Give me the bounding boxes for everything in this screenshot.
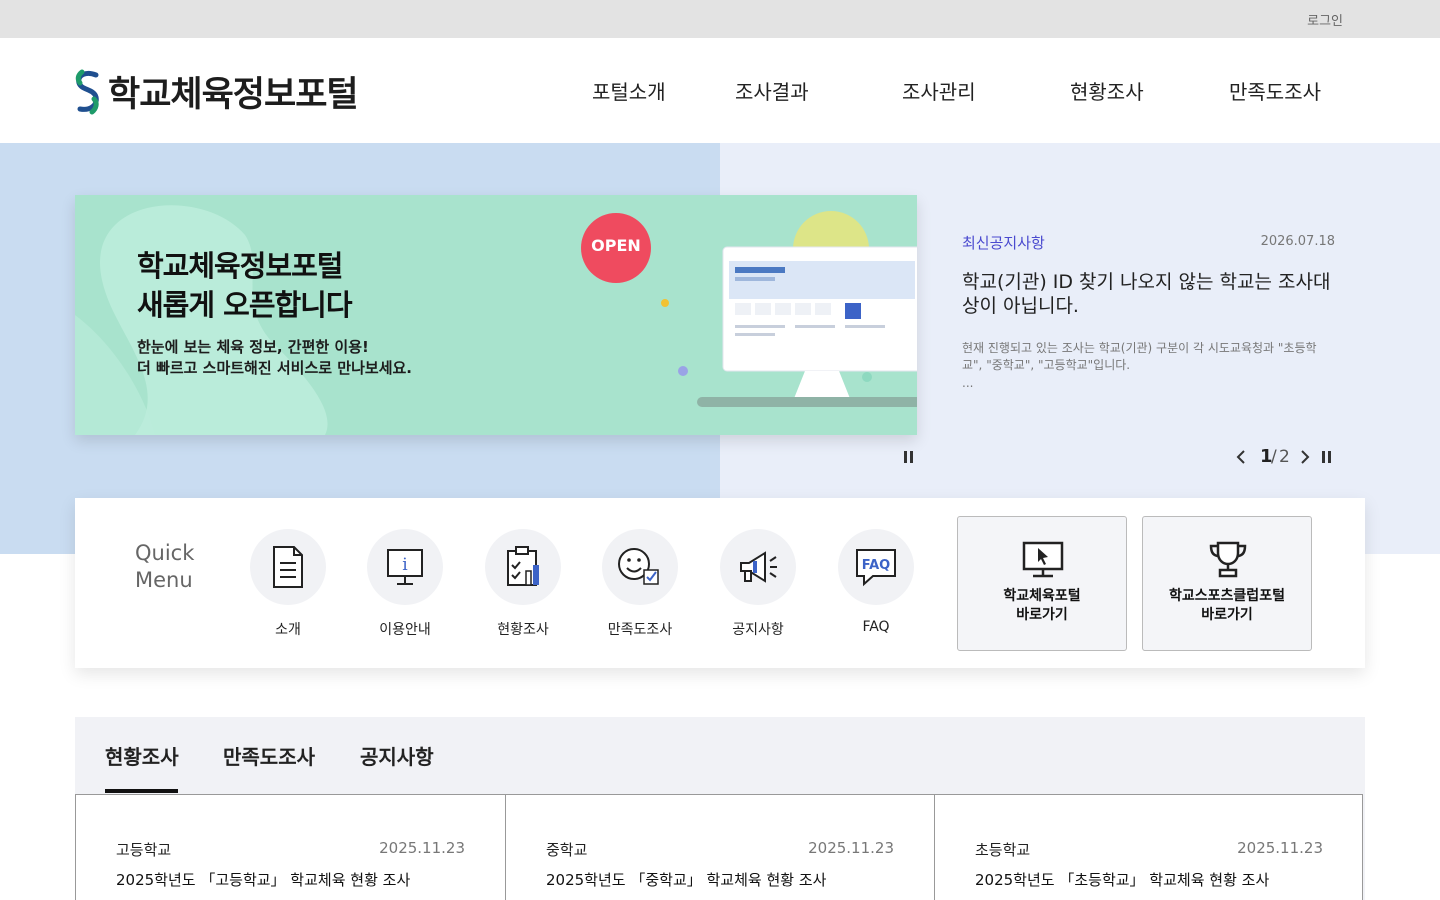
quick-item-notice[interactable]: 공지사항 [708, 529, 808, 639]
card-title: 2025학년도 「중학교」 학교체육 현황 조사 [546, 871, 827, 889]
trophy-icon [1209, 541, 1247, 578]
survey-card-list: 고등학교 2025.11.23 2025학년도 「고등학교」 학교체육 현황 조… [75, 794, 1363, 900]
survey-card[interactable]: 중학교 2025.11.23 2025학년도 「중학교」 학교체육 현황 조사 [505, 795, 934, 900]
card-date: 2025.11.23 [379, 839, 465, 857]
nav-item-satisfaction-survey[interactable]: 만족도조사 [1229, 76, 1321, 105]
quick-menu: Quick Menu 소개 i 이용안내 현황조사 만족도조사 공지사항 FAQ… [75, 498, 1365, 668]
quick-menu-label: Quick Menu [135, 541, 195, 592]
quick-item-status-survey[interactable]: 현황조사 [473, 529, 573, 639]
monitor-cursor-icon [1022, 541, 1064, 578]
svg-text:i: i [402, 555, 408, 575]
site-header: 학교체육정보포털 포털소개 조사결과 조사관리 현황조사 만족도조사 [0, 38, 1440, 143]
banner-title: 학교체육정보포털 새롭게 오픈합니다 [137, 249, 353, 322]
card-date: 2025.11.23 [1237, 839, 1323, 857]
pager-separator: / [1271, 447, 1277, 467]
nav-item-portal-intro[interactable]: 포털소개 [592, 76, 666, 105]
banner-subtitle: 한눈에 보는 체육 정보, 간편한 이용! 더 빠르고 스마트해진 서비스로 만… [137, 338, 412, 377]
megaphone-icon [740, 551, 777, 583]
notice-ellipsis: ... [962, 376, 974, 390]
school-pe-portal-link[interactable]: 학교체육포털 바로가기 [957, 516, 1127, 651]
tab-satisfaction-survey[interactable]: 만족도조사 [223, 741, 315, 770]
survey-board: 현황조사 만족도조사 공지사항 고등학교 2025.11.23 2025학년도 … [75, 717, 1365, 900]
survey-card[interactable]: 고등학교 2025.11.23 2025학년도 「고등학교」 학교체육 현황 조… [76, 795, 505, 900]
quick-item-guide[interactable]: i 이용안내 [355, 529, 455, 639]
utility-bar: 로그인 [0, 0, 1440, 38]
document-icon [273, 546, 303, 588]
nav-item-status-survey[interactable]: 현황조사 [1070, 76, 1144, 105]
notice-date: 2026.07.18 [1260, 234, 1335, 249]
login-link[interactable]: 로그인 [1307, 10, 1343, 29]
tab-notice[interactable]: 공지사항 [360, 741, 434, 770]
clipboard-chart-icon [507, 546, 539, 586]
quick-item-faq[interactable]: FAQ FAQ [826, 529, 926, 635]
notice-pager: 1 / 2 [1234, 446, 1344, 468]
info-board-icon: i [387, 549, 423, 585]
nav-item-survey-results[interactable]: 조사결과 [735, 76, 809, 105]
nav-item-survey-management[interactable]: 조사관리 [902, 76, 976, 105]
svg-text:FAQ: FAQ [862, 558, 891, 573]
banner-pause-icon[interactable] [902, 449, 916, 465]
card-date: 2025.11.23 [808, 839, 894, 857]
notice-pause-icon[interactable] [1320, 449, 1334, 465]
survey-card[interactable]: 초등학교 2025.11.23 2025학년도 「초등학교」 학교체육 현황 조… [934, 795, 1363, 900]
main-banner[interactable]: 학교체육정보포털 새롭게 오픈합니다 한눈에 보는 체육 정보, 간편한 이용!… [75, 195, 917, 435]
chevron-right-icon[interactable] [1298, 449, 1312, 465]
card-category: 초등학교 [975, 841, 1031, 859]
school-pe-portal-label: 학교체육포털 바로가기 [1003, 588, 1081, 623]
card-category: 고등학교 [116, 841, 172, 859]
card-category: 중학교 [546, 841, 588, 859]
notice-body: 현재 진행되고 있는 조사는 학교(기관) 구분이 각 시도교육청과 "초등학교… [962, 341, 1317, 372]
tab-status-survey[interactable]: 현황조사 [105, 741, 179, 770]
faq-bubble-icon: FAQ [856, 549, 896, 587]
chevron-left-icon[interactable] [1234, 449, 1248, 465]
open-badge: OPEN [581, 213, 651, 283]
pager-total: 2 [1279, 447, 1290, 467]
notice-title[interactable]: 학교(기관) ID 찾기 나오지 않는 학교는 조사대상이 아닙니다. [962, 270, 1332, 318]
school-sports-club-portal-label: 학교스포츠클럽포털 바로가기 [1169, 588, 1285, 623]
school-sports-club-portal-link[interactable]: 학교스포츠클럽포털 바로가기 [1142, 516, 1312, 651]
card-title: 2025학년도 「초등학교」 학교체육 현황 조사 [975, 871, 1270, 889]
smiley-check-icon [618, 548, 659, 585]
main-nav: 포털소개 조사결과 조사관리 현황조사 만족도조사 [0, 76, 1440, 106]
quick-item-intro[interactable]: 소개 [238, 529, 338, 639]
card-title: 2025학년도 「고등학교」 학교체육 현황 조사 [116, 871, 411, 889]
notice-category: 최신공지사항 [962, 234, 1045, 252]
quick-item-satisfaction[interactable]: 만족도조사 [590, 529, 690, 639]
active-tab-indicator [105, 789, 178, 793]
